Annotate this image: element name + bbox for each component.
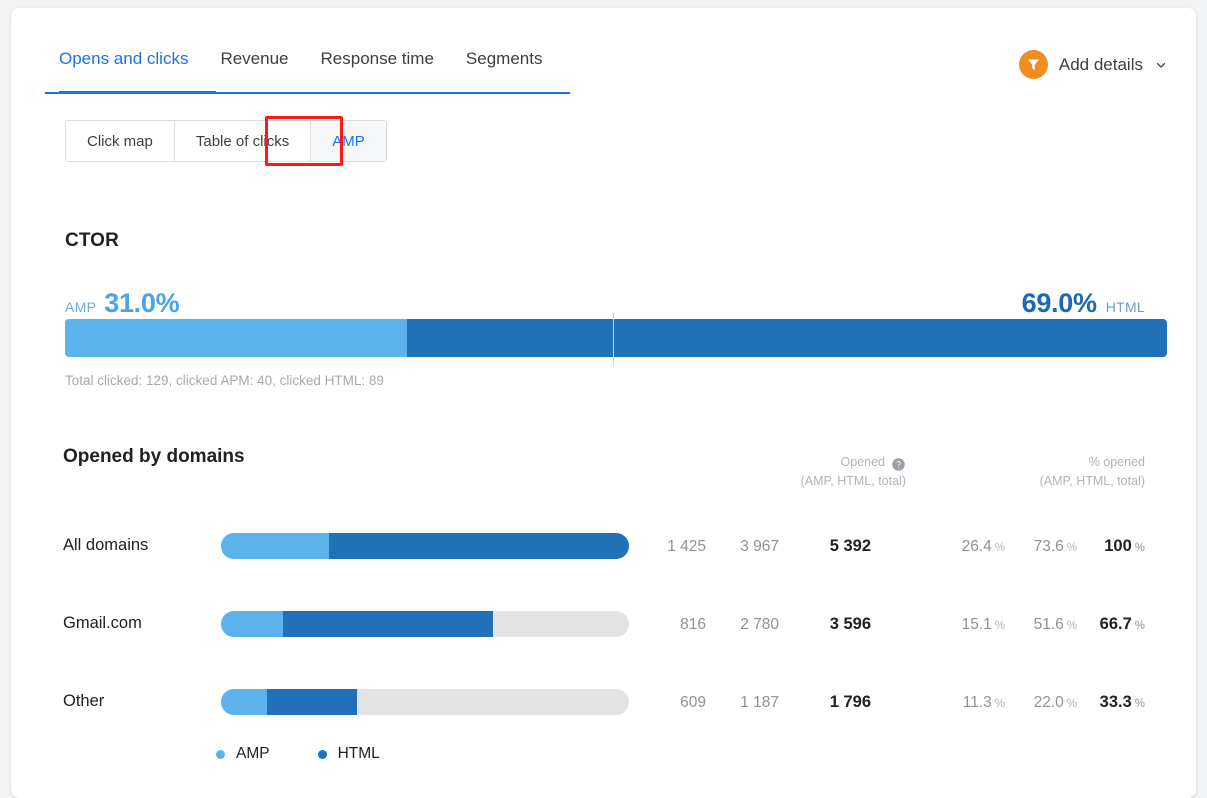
row-opened-total: 1 796 xyxy=(829,693,871,711)
row-pct-html: 22.0% xyxy=(1033,694,1077,711)
row-bar-amp-segment xyxy=(221,611,283,637)
add-details-label: Add details xyxy=(1058,54,1143,74)
ctor-heading: CTOR xyxy=(65,230,119,251)
ctor-split-bar xyxy=(65,319,1167,357)
row-pct-html: 73.6% xyxy=(1033,538,1077,555)
row-values: 816 2 780 3 596 15.1% 51.6% 66.7% xyxy=(636,615,1145,634)
row-opened-amp: 816 xyxy=(680,616,706,633)
help-icon[interactable]: ? xyxy=(891,457,906,472)
view-mode-segmented-control: Click map Table of clicks AMP xyxy=(65,120,387,162)
row-label: Gmail.com xyxy=(63,614,142,632)
row-pct-html: 51.6% xyxy=(1033,616,1077,633)
row-pct-total: 33.3% xyxy=(1099,693,1145,711)
column-header-percent-opened: % opened (AMP, HTML, total) xyxy=(945,453,1145,492)
ctor-html-tag: HTML xyxy=(1105,299,1145,315)
table-row[interactable]: All domains 1 425 3 967 5 392 26.4% 73.6… xyxy=(11,522,1196,574)
row-bar-html-segment xyxy=(328,533,629,559)
row-pct-amp: 15.1% xyxy=(961,616,1005,633)
legend-swatch-html-icon xyxy=(317,749,327,759)
ctor-amp-tag: AMP xyxy=(65,299,97,315)
legend-item-html: HTML xyxy=(317,745,380,763)
row-pct-amp: 26.4% xyxy=(961,538,1005,555)
chevron-down-icon xyxy=(1154,58,1168,72)
ctor-html-value: 69.0% xyxy=(1021,288,1097,318)
tab-revenue[interactable]: Revenue xyxy=(204,40,304,87)
row-pct-total: 66.7% xyxy=(1099,615,1145,633)
row-opened-html: 1 187 xyxy=(740,694,779,711)
ctor-amp-stat: AMP 31.0% xyxy=(65,288,180,319)
funnel-icon xyxy=(1018,50,1048,79)
tab-opens-and-clicks[interactable]: Opens and clicks xyxy=(45,40,204,87)
add-details-button[interactable]: Add details xyxy=(1018,50,1168,79)
row-bar-amp-segment xyxy=(221,533,329,559)
row-opened-total: 5 392 xyxy=(829,537,871,555)
tab-segments[interactable]: Segments xyxy=(450,40,559,87)
row-values: 1 425 3 967 5 392 26.4% 73.6% 100% xyxy=(636,537,1145,556)
column-header-percent-label: % opened xyxy=(1088,455,1145,469)
legend-label-html: HTML xyxy=(337,745,380,762)
svg-text:?: ? xyxy=(896,460,901,470)
column-header-opened-sublabel: (AMP, HTML, total) xyxy=(800,474,906,489)
primary-tabbar: Opens and clicks Revenue Response time S… xyxy=(45,40,570,94)
row-opened-html: 3 967 xyxy=(740,538,779,555)
row-opened-amp: 609 xyxy=(680,694,706,711)
row-values: 609 1 187 1 796 11.3% 22.0% 33.3% xyxy=(636,693,1145,712)
ctor-bar-midpoint-tick xyxy=(613,313,614,365)
analytics-card: Opens and clicks Revenue Response time S… xyxy=(11,8,1196,798)
row-opened-html: 2 780 xyxy=(740,616,779,633)
column-header-opened-label: Opened xyxy=(840,455,885,469)
row-label: Other xyxy=(63,692,105,710)
table-row[interactable]: Gmail.com 816 2 780 3 596 15.1% 51.6% 66… xyxy=(11,600,1196,652)
row-bar-html-segment xyxy=(267,689,357,715)
chart-legend: AMP HTML xyxy=(216,745,380,763)
row-label: All domains xyxy=(63,536,149,554)
row-pct-amp: 11.3% xyxy=(962,694,1005,711)
row-opened-total: 3 596 xyxy=(829,615,871,633)
ctor-bar-amp-segment xyxy=(65,319,407,357)
row-split-bar xyxy=(221,533,629,559)
row-split-bar xyxy=(221,689,629,715)
legend-swatch-amp-icon xyxy=(216,749,225,759)
column-header-percent-sublabel: (AMP, HTML, total) xyxy=(1039,474,1145,489)
tab-response-time[interactable]: Response time xyxy=(305,40,450,87)
row-bar-amp-segment xyxy=(221,689,268,715)
ctor-bar-html-segment xyxy=(406,319,1167,357)
column-header-opened: Opened ? (AMP, HTML, total) xyxy=(706,453,906,492)
row-split-bar xyxy=(221,611,629,637)
ctor-totals-note: Total clicked: 129, clicked APM: 40, cli… xyxy=(65,373,384,388)
row-bar-html-segment xyxy=(282,611,494,637)
row-opened-amp: 1 425 xyxy=(667,538,706,555)
ctor-html-stat: 69.0% HTML xyxy=(1022,288,1145,319)
active-tab-indicator xyxy=(59,91,216,94)
legend-label-amp: AMP xyxy=(236,745,270,762)
segment-amp[interactable]: AMP xyxy=(311,121,386,161)
tab-list: Opens and clicks Revenue Response time S… xyxy=(45,40,570,87)
legend-item-amp: AMP xyxy=(216,745,270,763)
row-pct-total: 100% xyxy=(1104,537,1145,555)
opened-by-domains-heading: Opened by domains xyxy=(63,446,245,467)
ctor-amp-value: 31.0% xyxy=(104,288,180,318)
table-row[interactable]: Other 609 1 187 1 796 11.3% 22.0% 33.3% xyxy=(11,678,1196,730)
segment-table-of-clicks[interactable]: Table of clicks xyxy=(175,121,312,161)
segment-click-map[interactable]: Click map xyxy=(66,121,175,161)
